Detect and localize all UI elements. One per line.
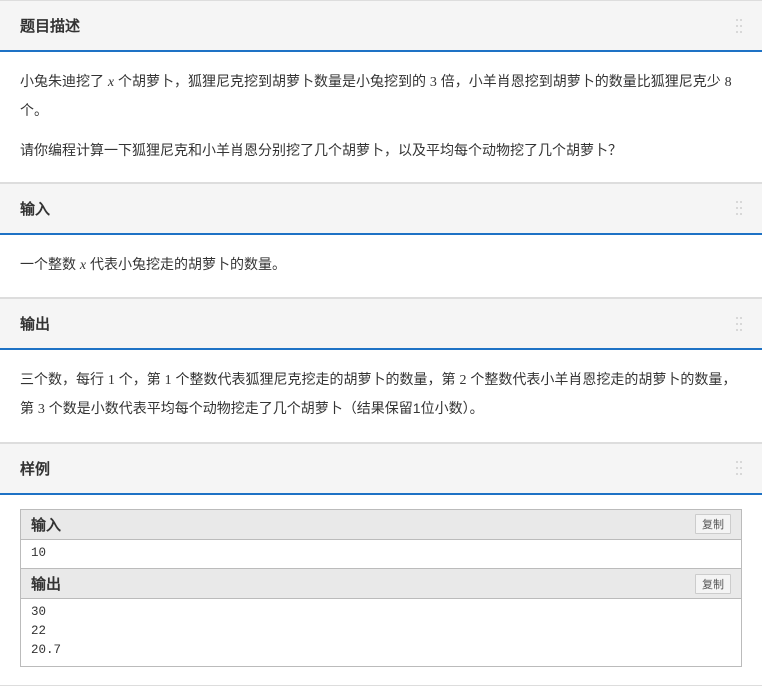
drag-handle-icon[interactable] [736,461,742,475]
section-body: 三个数，每行 1 个，第 1 个整数代表狐狸尼克挖走的胡萝卜的数量，第 2 个整… [0,350,762,441]
section-header: 输入 [0,184,762,235]
section-body: 输入 复制 10 输出 复制 30 22 20.7 [0,495,762,685]
description-para-2: 请你编程计算一下狐狸尼克和小羊肖恩分别挖了几个胡萝卜，以及平均每个动物挖了几个胡… [20,137,742,164]
section-body: 一个整数 x 代表小兔挖走的胡萝卜的数量。 [0,235,762,298]
section-sample: 样例 输入 复制 10 输出 复制 30 22 20.7 [0,443,762,686]
sample-input-label: 输入 [31,514,61,535]
section-header: 样例 [0,444,762,495]
sample-input-header: 输入 复制 [21,510,741,540]
sample-box: 输入 复制 10 输出 复制 30 22 20.7 [20,509,742,667]
section-title: 输出 [20,313,50,334]
copy-input-button[interactable]: 复制 [695,514,731,534]
section-title: 输入 [20,198,50,219]
section-body: 小兔朱迪挖了 x 个胡萝卜，狐狸尼克挖到胡萝卜数量是小兔挖到的 3 倍，小羊肖恩… [0,52,762,182]
drag-handle-icon[interactable] [736,19,742,33]
section-header: 题目描述 [0,1,762,52]
description-para-1: 小兔朱迪挖了 x 个胡萝卜，狐狸尼克挖到胡萝卜数量是小兔挖到的 3 倍，小羊肖恩… [20,68,742,123]
drag-handle-icon[interactable] [736,201,742,215]
section-description: 题目描述 小兔朱迪挖了 x 个胡萝卜，狐狸尼克挖到胡萝卜数量是小兔挖到的 3 倍… [0,0,762,183]
sample-input-data: 10 [21,540,741,569]
sample-output-header: 输出 复制 [21,568,741,599]
section-input: 输入 一个整数 x 代表小兔挖走的胡萝卜的数量。 [0,183,762,299]
sample-output-label: 输出 [31,573,61,594]
sample-output-data: 30 22 20.7 [21,599,741,665]
output-para: 三个数，每行 1 个，第 1 个整数代表狐狸尼克挖走的胡萝卜的数量，第 2 个整… [20,366,742,423]
section-title: 样例 [20,458,50,479]
input-para: 一个整数 x 代表小兔挖走的胡萝卜的数量。 [20,251,742,280]
section-title: 题目描述 [20,15,80,36]
section-output: 输出 三个数，每行 1 个，第 1 个整数代表狐狸尼克挖走的胡萝卜的数量，第 2… [0,298,762,442]
drag-handle-icon[interactable] [736,317,742,331]
section-header: 输出 [0,299,762,350]
copy-output-button[interactable]: 复制 [695,574,731,594]
